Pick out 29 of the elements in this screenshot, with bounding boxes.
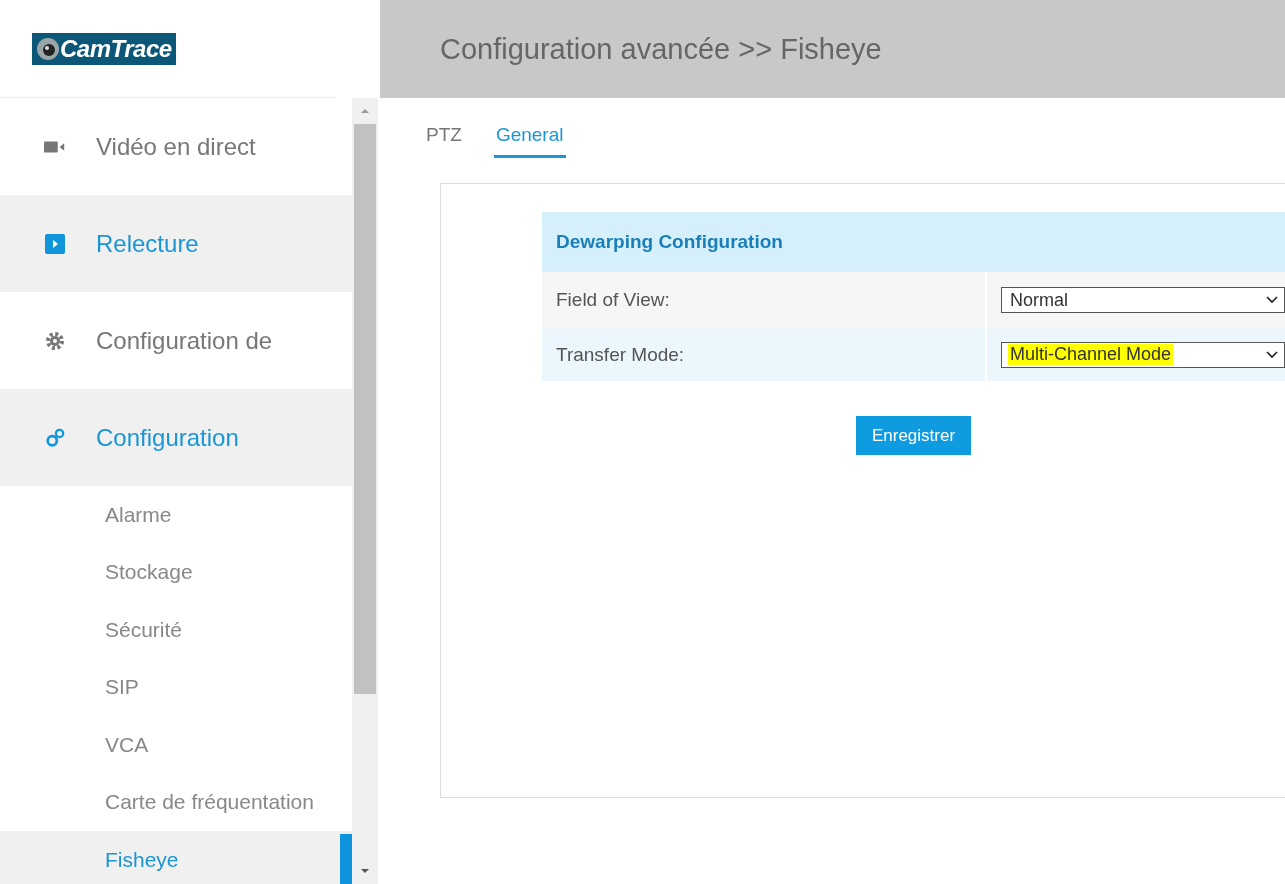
- scroll-up-icon[interactable]: [360, 108, 370, 114]
- gear-icon: [44, 330, 66, 351]
- menu-item[interactable]: Configuration de: [0, 292, 352, 389]
- scrollbar[interactable]: [352, 98, 378, 884]
- tab[interactable]: PTZ: [424, 120, 464, 158]
- submenu-item[interactable]: VCA: [0, 716, 352, 774]
- scroll-down-icon[interactable]: [360, 868, 370, 874]
- save-button[interactable]: Enregistrer: [855, 416, 972, 455]
- tab[interactable]: General: [493, 120, 566, 158]
- menu-item[interactable]: Configuration: [0, 389, 352, 486]
- submenu-item[interactable]: Stockage: [0, 543, 352, 601]
- gears-icon: [44, 427, 66, 448]
- play-icon: [44, 233, 66, 254]
- menu-item[interactable]: Vidéo en direct: [0, 98, 352, 195]
- menu-item[interactable]: Relecture: [0, 195, 352, 292]
- field-label: Transfer Mode:: [556, 343, 685, 366]
- submenu-item[interactable]: Carte de fréquentation: [0, 773, 352, 831]
- chevron-down-icon: [1266, 296, 1278, 304]
- submenu-item[interactable]: Sécurité: [0, 601, 352, 659]
- submenu-item[interactable]: SIP: [0, 658, 352, 716]
- dropdown[interactable]: Normal: [1001, 287, 1285, 313]
- field-label: Field of View:: [556, 289, 670, 311]
- dropdown[interactable]: Multi-Channel Mode: [1001, 341, 1285, 368]
- logo: CamTrace: [32, 32, 176, 65]
- submenu-item[interactable]: Alarme: [0, 486, 352, 544]
- section-title: Dewarping Configuration: [542, 212, 1285, 272]
- submenu-item[interactable]: Fisheye: [0, 831, 352, 884]
- chevron-down-icon: [1266, 350, 1278, 359]
- page-title: Configuration avancée >> Fisheye: [440, 32, 882, 66]
